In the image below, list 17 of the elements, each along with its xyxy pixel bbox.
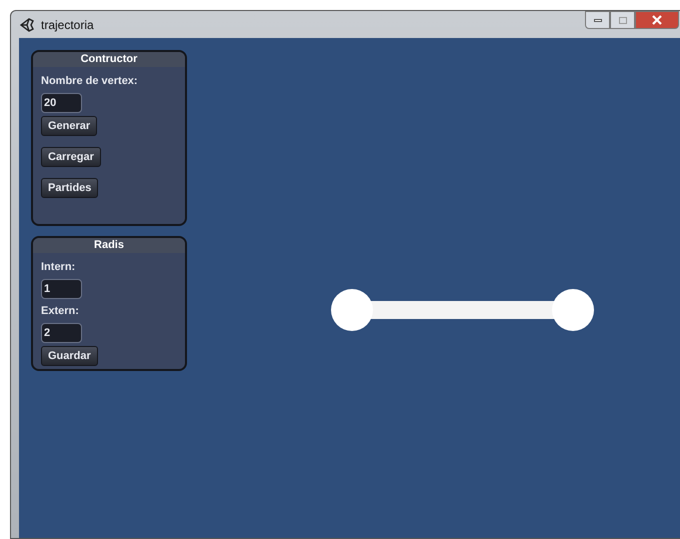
action-button[interactable]: Partides xyxy=(41,178,98,198)
close-button[interactable] xyxy=(635,11,679,29)
close-icon xyxy=(652,15,662,25)
minimize-button[interactable] xyxy=(585,11,610,29)
action-button[interactable]: Guardar xyxy=(41,346,98,366)
panel-title: Contructor xyxy=(33,52,185,67)
input-field[interactable]: 1 xyxy=(41,279,82,299)
action-button[interactable]: Generar xyxy=(41,116,98,136)
field-label: Extern: xyxy=(41,304,80,319)
panel-title: Radis xyxy=(33,238,185,253)
input-field[interactable]: 20 xyxy=(41,93,82,113)
field-label: Nombre de vertex: xyxy=(41,74,139,89)
field-label: Intern: xyxy=(41,260,76,275)
input-field[interactable]: 2 xyxy=(41,323,82,343)
action-button[interactable]: Carregar xyxy=(41,147,101,167)
maximize-button[interactable] xyxy=(610,11,635,29)
window-title: trajectoria xyxy=(41,16,94,34)
